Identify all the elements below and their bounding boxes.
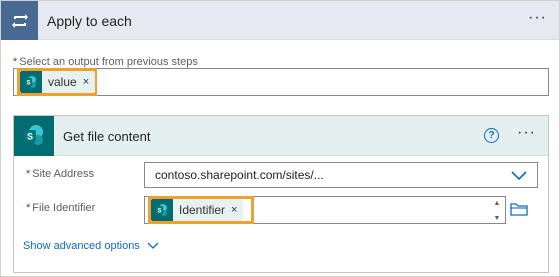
svg-text:S: S: [157, 209, 161, 215]
identifier-token[interactable]: S Identifier ×: [151, 199, 244, 221]
select-output-text: Select an output from previous steps: [19, 56, 198, 68]
more-options-icon[interactable]: ···: [517, 124, 536, 142]
site-address-value: contoso.sharepoint.com/sites/...: [155, 168, 324, 182]
value-token[interactable]: S value ×: [20, 71, 96, 93]
apply-to-each-title: Apply to each: [47, 13, 132, 29]
site-address-label: * Site Address: [26, 168, 94, 180]
get-file-content-header[interactable]: S Get file content ? ···: [14, 116, 548, 156]
file-identifier-label-text: File Identifier: [32, 202, 96, 214]
more-options-icon[interactable]: ···: [528, 9, 547, 27]
required-marker: *: [26, 202, 31, 214]
remove-token-icon[interactable]: ×: [229, 204, 243, 216]
chevron-down-icon[interactable]: [511, 168, 527, 187]
site-address-label-text: Site Address: [32, 168, 95, 180]
spinner-control[interactable]: ▲ ▼: [492, 200, 502, 222]
folder-browse-icon[interactable]: [510, 202, 528, 221]
get-file-content-card: S Get file content ? ··· * Site Address c…: [13, 115, 549, 273]
remove-token-icon[interactable]: ×: [81, 76, 95, 88]
file-identifier-label: * File Identifier: [26, 202, 95, 214]
required-marker: *: [26, 168, 31, 180]
sharepoint-icon: S: [151, 199, 173, 221]
apply-to-each-header[interactable]: Apply to each ···: [1, 1, 559, 40]
select-output-label: * Select an output from previous steps: [13, 56, 198, 68]
svg-text:S: S: [27, 132, 33, 142]
loop-icon: [1, 1, 38, 40]
required-marker: *: [13, 56, 18, 68]
select-output-input[interactable]: S value ×: [13, 68, 549, 96]
svg-text:S: S: [26, 81, 30, 87]
get-file-content-title: Get file content: [63, 129, 151, 144]
identifier-token-label: Identifier: [179, 203, 226, 217]
help-icon[interactable]: ?: [484, 128, 499, 143]
chevron-down-icon: [147, 242, 159, 249]
sharepoint-icon: S: [14, 116, 54, 156]
value-token-label: value: [48, 75, 77, 89]
show-advanced-options-link[interactable]: Show advanced options: [23, 240, 159, 252]
file-identifier-input[interactable]: S Identifier ×: [144, 196, 506, 224]
site-address-dropdown[interactable]: contoso.sharepoint.com/sites/...: [144, 162, 538, 188]
spin-up-icon[interactable]: ▲: [494, 200, 501, 207]
sharepoint-icon: S: [20, 71, 42, 93]
spin-down-icon[interactable]: ▼: [494, 215, 501, 222]
show-advanced-options-label: Show advanced options: [23, 240, 140, 252]
apply-to-each-card: Apply to each ··· * Select an output from…: [0, 0, 560, 277]
